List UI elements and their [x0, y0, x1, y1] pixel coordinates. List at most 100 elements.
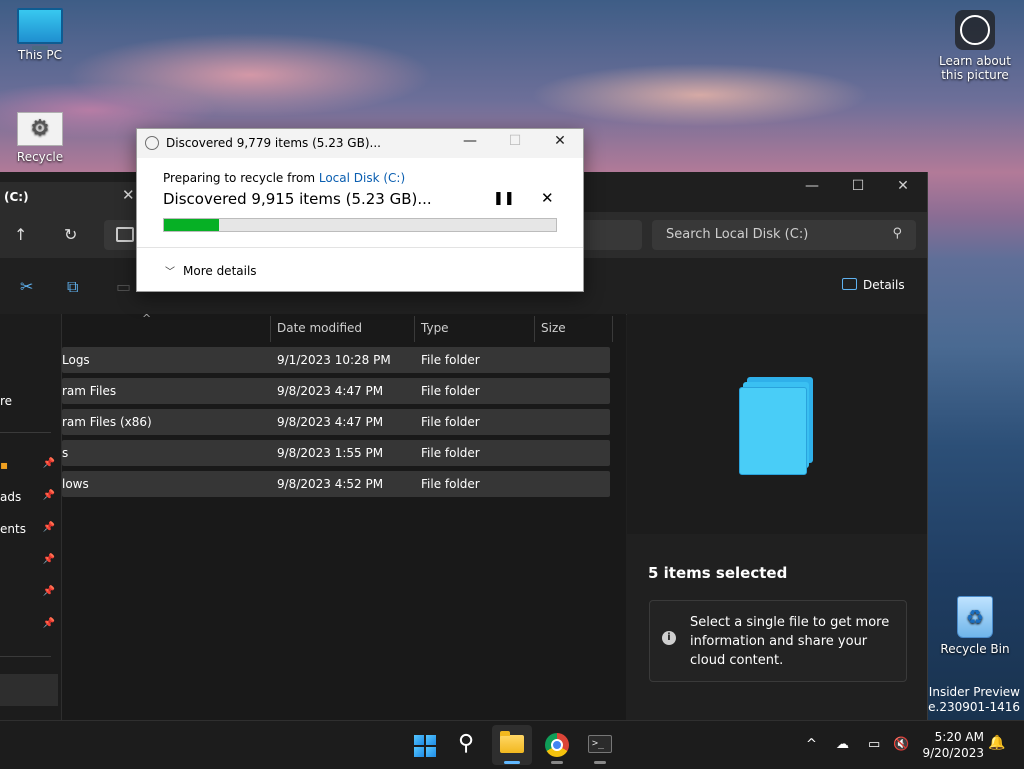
desktop-icon-recycle[interactable]: ⚙ Recycle — [2, 112, 78, 164]
nav-item[interactable]: 📌 — [0, 618, 61, 636]
taskbar: ⚲ >_ ^ ☁ ▭ 🔇 5:20 AM 9/20/2023 🔔 — [0, 720, 1024, 769]
column-size[interactable]: Size — [541, 321, 566, 335]
file-type: File folder — [421, 415, 480, 429]
nav-item[interactable]: re — [0, 394, 61, 412]
chevron-down-icon: ﹀ — [165, 267, 175, 278]
column-separator[interactable] — [534, 316, 535, 342]
column-date-modified[interactable]: Date modified — [277, 321, 362, 335]
close-icon[interactable]: ✕ — [889, 178, 917, 194]
desktop-icon-recycle-bin[interactable]: ♻ Recycle Bin — [936, 596, 1014, 656]
clock-time: 5:20 AM — [934, 730, 984, 744]
nav-item[interactable]: 📌 — [0, 586, 61, 604]
maximize-icon: ☐ — [508, 133, 522, 149]
info-text: Select a single file to get more informa… — [690, 615, 890, 668]
close-icon[interactable]: ✕ — [545, 133, 575, 149]
taskbar-chrome[interactable] — [537, 725, 577, 765]
pin-icon[interactable]: 📌 — [43, 490, 55, 501]
pin-icon[interactable]: 📌 — [43, 522, 55, 533]
terminal-icon: >_ — [588, 735, 612, 753]
selection-count: 5 items selected — [648, 564, 788, 582]
table-row[interactable]: lows 9/8/2023 4:52 PM File folder — [62, 471, 610, 497]
nav-item-documents[interactable]: ents 📌 — [0, 522, 61, 540]
column-separator[interactable] — [414, 316, 415, 342]
cancel-icon[interactable]: ✕ — [541, 189, 554, 207]
file-name: lows — [62, 477, 89, 491]
dialog-titlebar[interactable]: Discovered 9,779 items (5.23 GB)... — ☐ … — [137, 129, 583, 158]
maximize-icon[interactable]: ☐ — [844, 178, 872, 194]
cut-icon[interactable]: ✂ — [20, 277, 33, 296]
tab-label: (C:) — [4, 190, 29, 204]
pin-icon[interactable]: 📌 — [43, 618, 55, 629]
pause-icon[interactable]: ❚❚ — [493, 191, 515, 206]
details-label: Details — [863, 278, 905, 292]
recycle-bin-icon: ♻ — [957, 596, 993, 638]
folder-icon — [500, 731, 524, 753]
desktop-icon-learn-about-picture[interactable]: Learn about this picture — [937, 10, 1013, 82]
active-indicator — [504, 761, 520, 764]
pin-icon[interactable]: 📌 — [43, 458, 55, 469]
table-row[interactable]: ram Files (x86) 9/8/2023 4:47 PM File fo… — [62, 409, 610, 435]
onedrive-icon[interactable]: ☁ — [836, 737, 849, 752]
minimize-icon[interactable]: — — [798, 178, 826, 194]
nav-item-label: ads — [0, 490, 22, 504]
nav-item[interactable]: 📌 — [0, 554, 61, 572]
table-row[interactable]: ram Files 9/8/2023 4:47 PM File folder — [62, 378, 610, 404]
nav-item[interactable] — [0, 330, 61, 348]
nav-item-label: re — [0, 394, 13, 408]
search-input[interactable]: Search Local Disk (C:) — [666, 227, 808, 242]
nav-item-downloads[interactable]: ads 📌 — [0, 490, 61, 508]
more-details-button[interactable]: ﹀ More details — [165, 263, 257, 278]
column-separator[interactable] — [270, 316, 271, 342]
network-icon[interactable]: ▭ — [868, 737, 880, 752]
pin-icon[interactable]: 📌 — [43, 554, 55, 565]
nav-item-label: ents — [0, 522, 26, 536]
paste-icon[interactable]: ▭ — [116, 277, 131, 296]
start-button[interactable] — [404, 725, 444, 765]
close-icon[interactable]: ✕ — [122, 186, 135, 204]
nav-item[interactable]: ▪ 📌 — [0, 458, 61, 476]
clock-date: 9/20/2023 — [922, 746, 984, 760]
taskbar-terminal[interactable]: >_ — [580, 725, 620, 765]
column-separator[interactable] — [612, 316, 613, 342]
nav-item-selected[interactable] — [0, 674, 58, 706]
gear-icon: ⚙ — [17, 112, 63, 146]
notification-bell-icon[interactable]: 🔔 — [988, 735, 1005, 751]
table-row[interactable]: Logs 9/1/2023 10:28 PM File folder — [62, 347, 610, 373]
minimize-icon[interactable]: — — [455, 133, 485, 149]
arrow-up-icon[interactable]: ↑ — [14, 225, 27, 244]
taskbar-search-button[interactable]: ⚲ — [448, 725, 488, 765]
search-icon: ⚲ — [458, 731, 475, 756]
source-location-link[interactable]: Local Disk (C:) — [319, 171, 405, 185]
file-list-header: ^ Date modified Type Size — [62, 312, 626, 342]
details-pane-button[interactable]: Details — [842, 278, 905, 292]
table-row[interactable]: s 9/8/2023 1:55 PM File folder — [62, 440, 610, 466]
volume-muted-icon[interactable]: 🔇 — [893, 737, 909, 752]
computer-icon — [17, 8, 63, 50]
file-name: ram Files (x86) — [62, 415, 152, 429]
copy-icon[interactable]: ⧉ — [67, 277, 78, 297]
navigation-pane: re ▪ 📌 ads 📌 ents 📌 📌 📌 📌 — [0, 314, 62, 720]
column-type[interactable]: Type — [421, 321, 449, 335]
recycle-source-prefix: Preparing to recycle from — [163, 171, 319, 185]
explorer-tab[interactable]: (C:) ✕ — [0, 182, 145, 212]
desktop-icon-label: Recycle — [16, 150, 64, 164]
pin-icon[interactable]: 📌 — [43, 586, 55, 597]
chevron-up-icon[interactable]: ^ — [806, 737, 817, 752]
taskbar-file-explorer[interactable] — [492, 725, 532, 765]
progress-bar-fill — [164, 219, 219, 231]
taskbar-clock[interactable]: 5:20 AM 9/20/2023 — [920, 729, 984, 761]
file-date: 9/1/2023 10:28 PM — [277, 353, 391, 367]
file-date: 9/8/2023 4:47 PM — [277, 384, 384, 398]
computer-icon — [116, 227, 134, 242]
dialog-divider — [137, 247, 583, 248]
search-box[interactable]: Search Local Disk (C:) ⚲ — [652, 220, 916, 250]
nav-divider — [0, 656, 51, 657]
desktop-icon-this-pc[interactable]: This PC — [2, 8, 78, 62]
refresh-icon[interactable]: ↻ — [64, 225, 77, 244]
info-box: i Select a single file to get more infor… — [649, 600, 907, 682]
desktop-icon-label: This PC — [18, 48, 62, 62]
desktop-icon-label: Learn about this picture — [939, 54, 1011, 82]
folder-icon: ▪ — [0, 458, 9, 472]
sort-ascending-icon: ^ — [142, 312, 152, 325]
windows-logo-icon — [414, 735, 436, 757]
